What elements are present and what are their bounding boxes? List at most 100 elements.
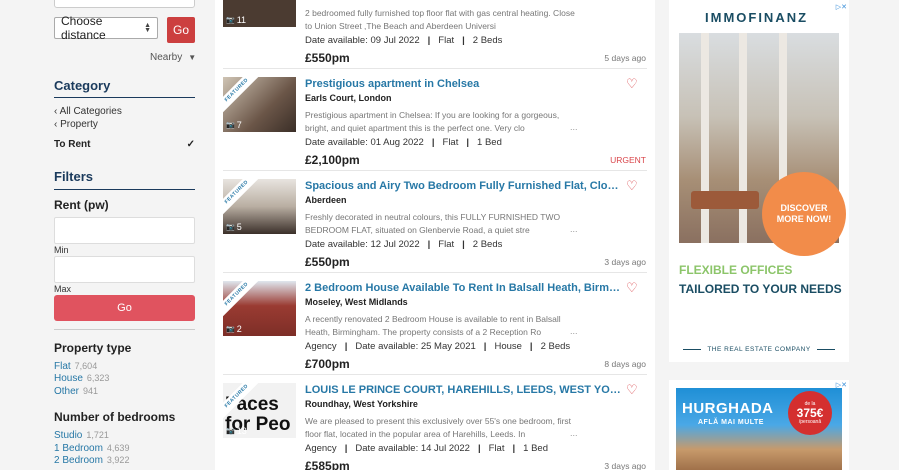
location-go-button[interactable]: Go <box>167 17 195 43</box>
meta-date: Date available: 01 Aug 2022 <box>305 137 424 148</box>
filters-title: Filters <box>54 169 94 184</box>
divider <box>683 349 702 350</box>
listing-meta: Date available: 12 Jul 2022 | Flat | 2 Bed… <box>305 239 503 250</box>
listing-photo[interactable]: 📷 11 <box>223 0 296 27</box>
check-icon: ✓ <box>186 139 195 150</box>
featured-ribbon: FEATURED <box>223 77 263 116</box>
listing-price: £550pm <box>305 255 350 269</box>
immofinanz-ad[interactable]: ▷✕ IMMOFINANZ DISCOVER MORE NOW! FLEXIBL… <box>669 0 849 362</box>
rent-title: Rent (pw) <box>54 198 109 212</box>
listing-card[interactable]: FEATURED 📷 2 2 Bedroom House Available To… <box>215 273 655 375</box>
listing-location: Moseley, West Midlands <box>305 297 408 307</box>
listing-photo[interactable]: FEATURED 📷 5 <box>223 179 296 234</box>
distance-select[interactable]: Choose distance ▲ ▼ <box>54 14 158 42</box>
listing-description: 2 bedroomed fully furnished top floor fl… <box>305 8 575 31</box>
hurghada-ad[interactable]: ▷✕ HURGHADA AFLĂ MAI MULTE de la 375€ /p… <box>669 380 849 470</box>
ellipsis: ... <box>570 224 578 234</box>
listings-panel: 📷 11 2 bedroomed fully furnished top floo… <box>215 0 655 470</box>
listing-card[interactable]: 📷 11 2 bedroomed fully furnished top floo… <box>215 0 655 69</box>
location-input[interactable] <box>54 0 195 8</box>
listing-photo[interactable]: FEATURED 📷 2 <box>223 281 296 336</box>
camera-icon: 📷 <box>226 122 235 129</box>
facet-label: Studio <box>54 430 83 441</box>
listing-location: Aberdeen <box>305 195 347 205</box>
camera-icon: 📷 <box>226 17 235 24</box>
listing-card[interactable]: FEATURED 📷 7 Prestigious apartment in Che… <box>215 69 655 171</box>
facet-label: 2 Bedroom <box>54 455 103 466</box>
listing-card[interactable]: Faces for Peo FEATURED 📷 13 LOUIS LE PRINC… <box>215 375 655 470</box>
listing-description: A recently renovated 2 Bedroom House is … <box>305 314 561 337</box>
camera-icon: 📷 <box>226 224 235 231</box>
rent-go-button[interactable]: Go <box>54 295 195 321</box>
listing-card[interactable]: FEATURED 📷 5 Spacious and Airy Two Bedroo… <box>215 171 655 273</box>
heart-icon[interactable]: ♡ <box>626 382 638 398</box>
ellipsis: ... <box>570 122 578 132</box>
listing-title[interactable]: 2 Bedroom House Available To Rent In Bal… <box>305 282 623 294</box>
nearby-dropdown[interactable]: Nearby ▼ <box>150 52 196 63</box>
listing-photo[interactable]: FEATURED 📷 7 <box>223 77 296 132</box>
listing-age: 3 days ago <box>604 257 646 267</box>
meta-type: Flat <box>438 35 455 46</box>
listing-title[interactable]: Spacious and Airy Two Bedroom Fully Furn… <box>305 180 623 192</box>
listing-location: Earls Court, London <box>305 93 392 103</box>
heart-icon[interactable]: ♡ <box>626 178 638 194</box>
photo-count-value: 13 <box>236 426 247 436</box>
max-label: Max <box>54 284 72 294</box>
listing-title[interactable]: Prestigious apartment in Chelsea <box>305 78 623 90</box>
all-categories-link[interactable]: ‹ All Categories <box>54 106 122 117</box>
listing-location: Roundhay, West Yorkshire <box>305 399 418 409</box>
meta-type: House <box>494 341 522 352</box>
heart-icon[interactable]: ♡ <box>626 280 638 296</box>
photo-count: 📷 2 <box>226 324 242 334</box>
photo-detail <box>691 191 759 209</box>
property-label: Property <box>60 119 98 130</box>
ad-choices-icon[interactable]: ▷✕ <box>836 3 847 11</box>
photo-count-value: 2 <box>236 324 242 334</box>
meta-date: Date available: 09 Jul 2022 <box>305 35 420 46</box>
facet-count: 6,323 <box>86 373 110 383</box>
facet-flat[interactable]: Flat 7,604 <box>54 361 97 372</box>
heart-icon[interactable]: ♡ <box>626 76 638 92</box>
urgent-badge: URGENT <box>610 155 646 165</box>
facet-house[interactable]: House 6,323 <box>54 373 109 384</box>
sidebar: Choose distance ▲ ▼ Go Nearby ▼ Category … <box>0 0 215 470</box>
listing-price: £700pm <box>305 357 350 371</box>
category-title: Category <box>54 78 111 93</box>
photo-detail <box>701 33 709 243</box>
category-divider <box>54 97 195 98</box>
select-arrows-icon: ▲ ▼ <box>144 22 151 34</box>
facet-count: 3,922 <box>106 455 130 465</box>
filters-divider <box>54 189 195 190</box>
rent-max-input[interactable] <box>54 256 195 283</box>
listing-meta: Agency | Date available: 14 Jul 2022 | Fla… <box>305 443 548 454</box>
listing-description: Prestigious apartment in Chelsea: If you… <box>305 110 560 133</box>
distance-select-value: Choose distance <box>61 14 106 42</box>
listing-title[interactable]: LOUIS LE PRINCE COURT, HAREHILLS, LEEDS,… <box>305 384 623 396</box>
facet-1-bedroom[interactable]: 1 Bedroom 4,639 <box>54 443 129 454</box>
photo-count: 📷 11 <box>226 15 246 25</box>
divider <box>816 349 836 350</box>
featured-ribbon: FEATURED <box>223 179 263 218</box>
ad-banner: HURGHADA AFLĂ MAI MULTE de la 375€ /pers… <box>676 388 842 470</box>
facet-other[interactable]: Other 941 <box>54 386 98 397</box>
listing-age: 5 days ago <box>604 53 646 63</box>
to-rent-item[interactable]: To Rent ✓ <box>54 139 195 150</box>
ad-footer: THE REAL ESTATE COMPANY <box>683 346 836 353</box>
facet-studio[interactable]: Studio 1,721 <box>54 430 109 441</box>
listing-photo[interactable]: Faces for Peo FEATURED 📷 13 <box>223 383 296 438</box>
nearby-label: Nearby <box>150 52 183 63</box>
meta-date: Date available: 14 Jul 2022 <box>355 443 470 454</box>
bedrooms-title: Number of bedrooms <box>54 410 176 424</box>
listing-age: 8 days ago <box>604 359 646 369</box>
property-link[interactable]: ‹ Property <box>54 119 98 130</box>
ad-tagline-2: TAILORED TO YOUR NEEDS <box>679 282 842 296</box>
facet-2-bedroom[interactable]: 2 Bedroom 3,922 <box>54 455 129 466</box>
rent-min-input[interactable] <box>54 217 195 244</box>
ad-footer-text: THE REAL ESTATE COMPANY <box>707 346 811 353</box>
facet-label: 1 Bedroom <box>54 443 103 454</box>
camera-icon: 📷 <box>226 428 235 435</box>
featured-ribbon: FEATURED <box>223 281 263 320</box>
photo-count-value: 11 <box>236 15 247 25</box>
meta-beds: 1 Bed <box>523 443 548 454</box>
discover-more-button[interactable]: DISCOVER MORE NOW! <box>762 172 846 256</box>
